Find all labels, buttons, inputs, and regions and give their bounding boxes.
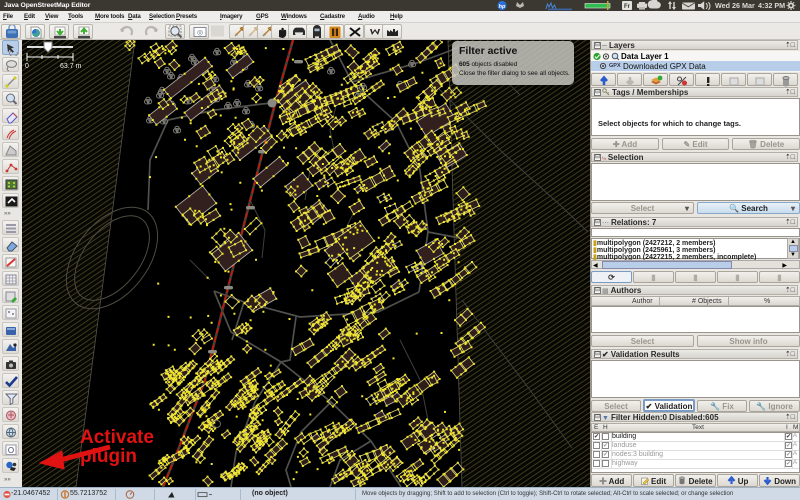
svg-text:O: O bbox=[8, 446, 14, 455]
svg-text:4:32 PM: 4:32 PM bbox=[758, 1, 785, 10]
svg-text:hp: hp bbox=[499, 4, 506, 10]
svg-text:◎: ◎ bbox=[197, 30, 203, 37]
svg-text:Fr: Fr bbox=[624, 4, 631, 10]
svg-text:Wed 26 Mar: Wed 26 Mar bbox=[715, 1, 755, 10]
svg-text:0: 0 bbox=[25, 63, 29, 70]
svg-text:63.7 m: 63.7 m bbox=[60, 63, 82, 70]
